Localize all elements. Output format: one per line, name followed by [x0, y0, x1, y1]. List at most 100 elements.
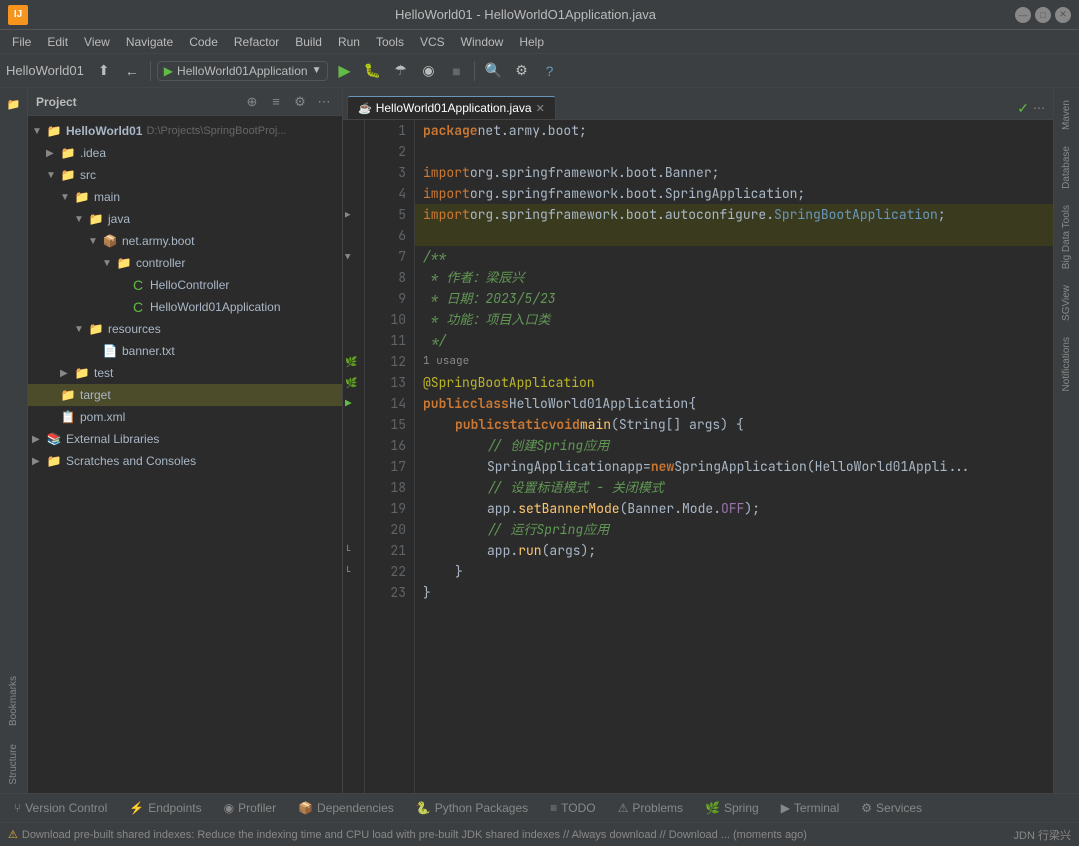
bookmarks-label[interactable]: Bookmarks: [6, 668, 21, 734]
search-button[interactable]: 🔍: [481, 59, 505, 83]
tree-arrow: ▼: [74, 214, 88, 225]
close-button[interactable]: ✕: [1055, 7, 1071, 23]
tree-item-controller[interactable]: ▼ 📁 controller: [28, 252, 342, 274]
database-label[interactable]: Database: [1059, 138, 1074, 197]
tab-terminal[interactable]: ▶ Terminal: [771, 799, 850, 817]
comment: * 功能：项目入口类: [423, 309, 550, 330]
menu-item-run[interactable]: Run: [330, 33, 368, 51]
profile-button[interactable]: ◉: [416, 59, 440, 83]
tree-item-banner[interactable]: 📄 banner.txt: [28, 340, 342, 362]
tab-close-btn[interactable]: ✕: [536, 102, 545, 115]
method: main: [580, 414, 611, 435]
project-panel-title: Project: [36, 95, 238, 109]
tree-item-pom[interactable]: 📋 pom.xml: [28, 406, 342, 428]
toolbar-separator: [150, 61, 151, 81]
code-content[interactable]: package net.army.boot ; import org.sprin…: [415, 120, 1053, 793]
menu-item-vcs[interactable]: VCS: [412, 33, 453, 51]
tree-item-java[interactable]: ▼ 📁 java: [28, 208, 342, 230]
tree-label: target: [80, 388, 111, 402]
gutter-17: [343, 456, 364, 477]
folder-icon: 📁: [46, 123, 62, 139]
tree-item-target[interactable]: 📁 target: [28, 384, 342, 406]
ln-8: 8: [365, 267, 406, 288]
ln-3: 3: [365, 162, 406, 183]
menu-item-tools[interactable]: Tools: [368, 33, 412, 51]
tab-python-packages[interactable]: 🐍 Python Packages: [406, 799, 538, 817]
code-editor[interactable]: ▶ ▼ 🌿 🌿 ▶: [343, 120, 1053, 793]
tab-services[interactable]: ⚙ Services: [851, 799, 932, 817]
toolbar-back-btn[interactable]: ←: [120, 59, 144, 83]
code-line-4: import org.springframework.boot.SpringAp…: [415, 183, 1053, 204]
fold-end-22: └: [345, 566, 350, 578]
tree-item-main[interactable]: ▼ 📁 main: [28, 186, 342, 208]
tree-item-scratches[interactable]: ▶ 📁 Scratches and Consoles: [28, 450, 342, 472]
gutter-3: [343, 162, 364, 183]
code-line-14: public static void main (String[] args) …: [415, 414, 1053, 435]
run-gutter-icon[interactable]: ▶: [345, 397, 352, 411]
tab-endpoints[interactable]: ⚡ Endpoints: [119, 799, 211, 817]
menu-item-navigate[interactable]: Navigate: [118, 33, 181, 51]
pkg: net.army.boot: [478, 120, 579, 141]
tree-item-test[interactable]: ▶ 📁 test: [28, 362, 342, 384]
toolbar-git-btn[interactable]: ⬆: [92, 59, 116, 83]
editor-tab-main[interactable]: ☕ HelloWorld01Application.java ✕: [347, 96, 556, 119]
settings-btn[interactable]: ⚙: [290, 92, 310, 112]
menu-item-build[interactable]: Build: [287, 33, 330, 51]
ln-6: 6: [365, 225, 406, 246]
tab-label: Services: [876, 801, 922, 815]
tab-version-control[interactable]: ⑂ Version Control: [4, 799, 117, 817]
folder-icon: 📁: [60, 167, 76, 183]
notifications-label[interactable]: Notifications: [1059, 329, 1074, 399]
ln-21: 21: [365, 540, 406, 561]
tree-item-app[interactable]: C HelloWorld01Application: [28, 296, 342, 318]
fold-marker-5[interactable]: ▶: [345, 209, 350, 221]
add-btn[interactable]: ⊕: [242, 92, 262, 112]
collapse-btn[interactable]: ≡: [266, 92, 286, 112]
menu-item-code[interactable]: Code: [181, 33, 226, 51]
gutter-13: 🌿: [343, 372, 364, 393]
coverage-button[interactable]: ☂: [388, 59, 412, 83]
tab-problems[interactable]: ⚠ Problems: [608, 799, 693, 817]
project-name-label: HelloWorld01: [6, 63, 84, 78]
fold-marker-7[interactable]: ▼: [345, 251, 350, 263]
tab-label: Endpoints: [148, 801, 201, 815]
run-config-dropdown[interactable]: ▶ HelloWorld01Application ▼: [157, 61, 329, 81]
menu-item-refactor[interactable]: Refactor: [226, 33, 287, 51]
method: run: [518, 540, 541, 561]
maven-label[interactable]: Maven: [1059, 92, 1074, 138]
tree-item-package[interactable]: ▼ 📦 net.army.boot: [28, 230, 342, 252]
minimize-button[interactable]: —: [1015, 7, 1031, 23]
tab-profiler[interactable]: ◉ Profiler: [214, 799, 287, 817]
menu-item-window[interactable]: Window: [453, 33, 512, 51]
tab-dependencies[interactable]: 📦 Dependencies: [288, 799, 404, 817]
bigdata-label[interactable]: Big Data Tools: [1059, 197, 1074, 277]
tree-item-helloworldo1[interactable]: ▼ 📁 HelloWorld01 D:\Projects\SpringBootP…: [28, 120, 342, 142]
window-controls: — □ ✕: [1015, 7, 1071, 23]
tree-item-resources[interactable]: ▼ 📁 resources: [28, 318, 342, 340]
run-button[interactable]: ▶: [332, 59, 356, 83]
tree-item-hellocontroller[interactable]: C HelloController: [28, 274, 342, 296]
project-sidebar-btn[interactable]: 📁: [2, 92, 26, 116]
tree-item-idea[interactable]: ▶ 📁 .idea: [28, 142, 342, 164]
maximize-button[interactable]: □: [1035, 7, 1051, 23]
code-line-3: import org.springframework.boot.Banner ;: [415, 162, 1053, 183]
tab-menu-btn[interactable]: ⋯: [1029, 97, 1049, 119]
tab-todo[interactable]: ≡ TODO: [540, 799, 605, 817]
tree-item-src[interactable]: ▼ 📁 src: [28, 164, 342, 186]
menu-item-file[interactable]: File: [4, 33, 39, 51]
tab-spring[interactable]: 🌿 Spring: [695, 799, 769, 817]
settings-button[interactable]: ⚙: [509, 59, 533, 83]
stop-button[interactable]: ■: [444, 59, 468, 83]
code-line-21: }: [415, 561, 1053, 582]
comment: // 设置标语模式 - 关闭模式: [487, 477, 664, 498]
help-button[interactable]: ?: [537, 59, 561, 83]
menu-item-edit[interactable]: Edit: [39, 33, 76, 51]
structure-label[interactable]: Structure: [6, 736, 21, 793]
tree-item-ext-libs[interactable]: ▶ 📚 External Libraries: [28, 428, 342, 450]
debug-button[interactable]: 🐛: [360, 59, 384, 83]
more-btn[interactable]: ⋯: [314, 92, 334, 112]
menu-item-help[interactable]: Help: [511, 33, 552, 51]
sgview-label[interactable]: SGView: [1059, 277, 1074, 329]
menu-item-view[interactable]: View: [76, 33, 118, 51]
code-line-17: // 设置标语模式 - 关闭模式: [415, 477, 1053, 498]
